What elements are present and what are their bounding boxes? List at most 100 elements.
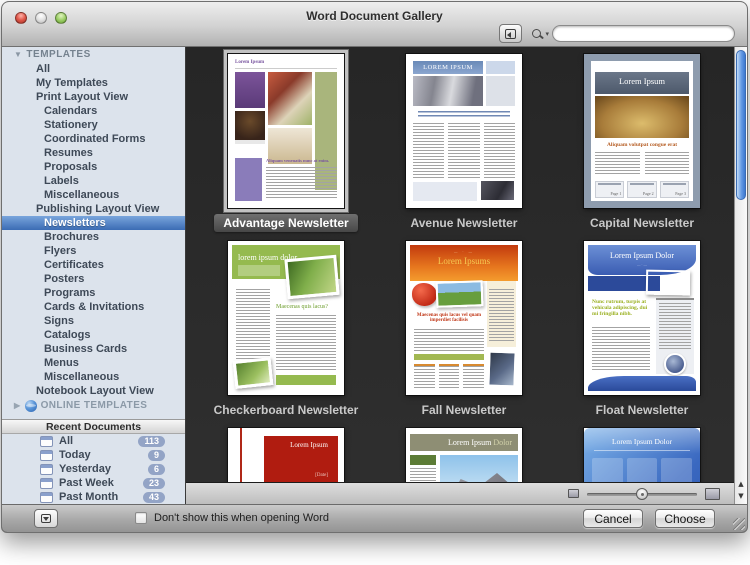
- sidebar-item-resumes[interactable]: Resumes: [2, 146, 185, 160]
- template-preview: Lorem Ipsum Dolor — · — Nunc rutrum, tur…: [584, 241, 700, 395]
- calendar-icon: [40, 464, 53, 475]
- template-label: Fall Newsletter: [413, 401, 516, 419]
- sidebar-toggle-button[interactable]: [499, 24, 522, 43]
- template-card-fall[interactable]: — · — Lorem Ipsums Maecenas quis lacus v…: [375, 234, 553, 421]
- template-thumbnail[interactable]: Lorem Ipsum Dolor — · — Nunc rutrum, tur…: [584, 241, 700, 395]
- cancel-button[interactable]: Cancel: [583, 509, 643, 528]
- bottom-bar: Don't show this when opening Word Cancel…: [2, 504, 747, 532]
- sidebar-item-publishing-layout-view[interactable]: Publishing Layout View: [2, 202, 185, 216]
- template-label: Checkerboard Newsletter: [205, 401, 368, 419]
- sidebar-item-miscellaneous-publishing[interactable]: Miscellaneous: [2, 370, 185, 384]
- gallery-content: Lorem Ipsum Aliquam venenatis nunc at en…: [186, 47, 747, 504]
- scroll-down-arrow[interactable]: ▼: [735, 490, 747, 502]
- template-thumbnail[interactable]: Lorem Ipsum Aliquam volutpat congue erat…: [584, 54, 700, 208]
- template-thumbnail[interactable]: LOREM IPSUM: [406, 54, 522, 208]
- sidebar-item-business-cards[interactable]: Business Cards: [2, 342, 185, 356]
- sidebar-item-print-layout-view[interactable]: Print Layout View: [2, 90, 185, 104]
- sidebar-item-miscellaneous-print[interactable]: Miscellaneous: [2, 188, 185, 202]
- sidebar: ▼TEMPLATES All My Templates Print Layout…: [2, 47, 186, 504]
- vertical-scrollbar[interactable]: ▲ ▼: [734, 47, 747, 504]
- template-card-advantage[interactable]: Lorem Ipsum Aliquam venenatis nunc at en…: [197, 47, 375, 234]
- calendar-icon: [40, 450, 53, 461]
- sidebar-item-signs[interactable]: Signs: [2, 314, 185, 328]
- architecture-photo: [440, 455, 518, 485]
- template-preview: LOREM IPSUM: [406, 54, 522, 208]
- recent-item-yesterday[interactable]: Yesterday 6: [2, 462, 185, 476]
- template-card-avenue[interactable]: LOREM IPSUM Avenue Newsletter: [375, 47, 553, 234]
- phone-call-photo: [646, 270, 690, 296]
- sidebar-item-stationery[interactable]: Stationery: [2, 118, 185, 132]
- scrollbar-thumb[interactable]: [736, 50, 746, 200]
- template-card-blue[interactable]: Lorem Ipsum Dolor: [553, 421, 731, 485]
- sidebar-item-menus[interactable]: Menus: [2, 356, 185, 370]
- template-card-checkerboard[interactable]: lorem ipsum dolor Maecenas quis lacus? C…: [197, 234, 375, 421]
- people-photo: [413, 76, 483, 106]
- template-preview: Lorem Ipsum Aliquam venenatis nunc at en…: [228, 54, 344, 208]
- recent-item-today[interactable]: Today 9: [2, 448, 185, 462]
- sidebar-item-coordinated-forms[interactable]: Coordinated Forms: [2, 132, 185, 146]
- template-card-capital[interactable]: Lorem Ipsum Aliquam volutpat congue erat…: [553, 47, 731, 234]
- template-label: Avenue Newsletter: [402, 214, 527, 232]
- titlebar[interactable]: Word Document Gallery ▾: [2, 2, 747, 47]
- collapse-panel-button[interactable]: [34, 509, 58, 528]
- sidebar-item-online-templates[interactable]: ▶ ONLINE TEMPLATES: [2, 398, 185, 413]
- template-thumbnail[interactable]: — · — Lorem Ipsums Maecenas quis lacus v…: [406, 241, 522, 395]
- template-thumbnail[interactable]: Lorem Ipsum Aliquam venenatis nunc at en…: [228, 54, 344, 208]
- dont-show-checkbox[interactable]: [135, 512, 147, 524]
- templates-section-header[interactable]: ▼TEMPLATES: [2, 47, 185, 62]
- thumbnail-size-slider[interactable]: [587, 488, 697, 500]
- team-photo: [664, 353, 686, 375]
- large-thumbnails-icon[interactable]: [705, 488, 720, 500]
- template-card-red[interactable]: Lorem Ipsum [Date]: [197, 421, 375, 485]
- sidebar-item-labels[interactable]: Labels: [2, 174, 185, 188]
- choose-button[interactable]: Choose: [655, 509, 715, 528]
- template-preview: Lorem Ipsum Aliquam volutpat congue erat…: [584, 54, 700, 208]
- search-icon[interactable]: [532, 29, 541, 38]
- template-thumbnail[interactable]: lorem ipsum dolor Maecenas quis lacus?: [228, 241, 344, 395]
- sidebar-item-programs[interactable]: Programs: [2, 286, 185, 300]
- disclosure-down-icon: ▼: [14, 50, 22, 59]
- word-document-gallery-window: Word Document Gallery ▾ ▼TEMPLATES All M…: [1, 1, 748, 533]
- search-control: ▾: [532, 25, 735, 42]
- slider-knob[interactable]: [636, 488, 648, 500]
- sidebar-item-newsletters[interactable]: Newsletters: [2, 216, 185, 230]
- dont-show-label: Don't show this when opening Word: [154, 512, 329, 524]
- sidebar-item-calendars[interactable]: Calendars: [2, 104, 185, 118]
- cake-photo: [235, 111, 265, 144]
- sidebar-item-my-templates[interactable]: My Templates: [2, 76, 185, 90]
- recent-item-past-week[interactable]: Past Week 23: [2, 476, 185, 490]
- small-thumbnails-icon[interactable]: [568, 489, 579, 498]
- template-preview: — · — Lorem Ipsums Maecenas quis lacus v…: [406, 241, 522, 395]
- count-badge: 23: [143, 478, 165, 489]
- recent-item-all[interactable]: All 113: [2, 434, 185, 448]
- text-lines: [266, 167, 337, 200]
- template-thumbnail[interactable]: Lorem Ipsum Dolor: [406, 428, 522, 485]
- sidebar-item-notebook-layout-view[interactable]: Notebook Layout View: [2, 384, 185, 398]
- template-preview: Lorem Ipsum [Date]: [228, 428, 344, 485]
- calendar-icon: [40, 478, 53, 489]
- scroll-up-arrow[interactable]: ▲: [735, 478, 747, 490]
- template-thumbnail[interactable]: Lorem Ipsum [Date]: [228, 428, 344, 485]
- search-menu-caret-icon[interactable]: ▾: [545, 30, 549, 38]
- apple-photo: [412, 283, 437, 306]
- template-thumbnail[interactable]: Lorem Ipsum Dolor: [584, 428, 700, 485]
- sidebar-item-flyers[interactable]: Flyers: [2, 244, 185, 258]
- template-preview: Lorem Ipsum Dolor: [406, 428, 522, 485]
- sidebar-item-catalogs[interactable]: Catalogs: [2, 328, 185, 342]
- recent-item-past-month[interactable]: Past Month 43: [2, 490, 185, 504]
- globe-icon: [25, 400, 37, 412]
- sidebar-item-certificates[interactable]: Certificates: [2, 258, 185, 272]
- resize-grip[interactable]: [733, 518, 745, 530]
- garden-photo: [284, 255, 339, 299]
- sidebar-item-cards-invitations[interactable]: Cards & Invitations: [2, 300, 185, 314]
- park-photo: [436, 280, 484, 308]
- template-card-modern[interactable]: Lorem Ipsum Dolor: [375, 421, 553, 485]
- template-card-float[interactable]: Lorem Ipsum Dolor — · — Nunc rutrum, tur…: [553, 234, 731, 421]
- search-input[interactable]: [552, 25, 735, 42]
- sidebar-item-posters[interactable]: Posters: [2, 272, 185, 286]
- sidebar-item-all[interactable]: All: [2, 62, 185, 76]
- sidebar-item-proposals[interactable]: Proposals: [2, 160, 185, 174]
- sidebar-item-brochures[interactable]: Brochures: [2, 230, 185, 244]
- family-photo: [487, 351, 516, 388]
- template-preview: lorem ipsum dolor Maecenas quis lacus?: [228, 241, 344, 395]
